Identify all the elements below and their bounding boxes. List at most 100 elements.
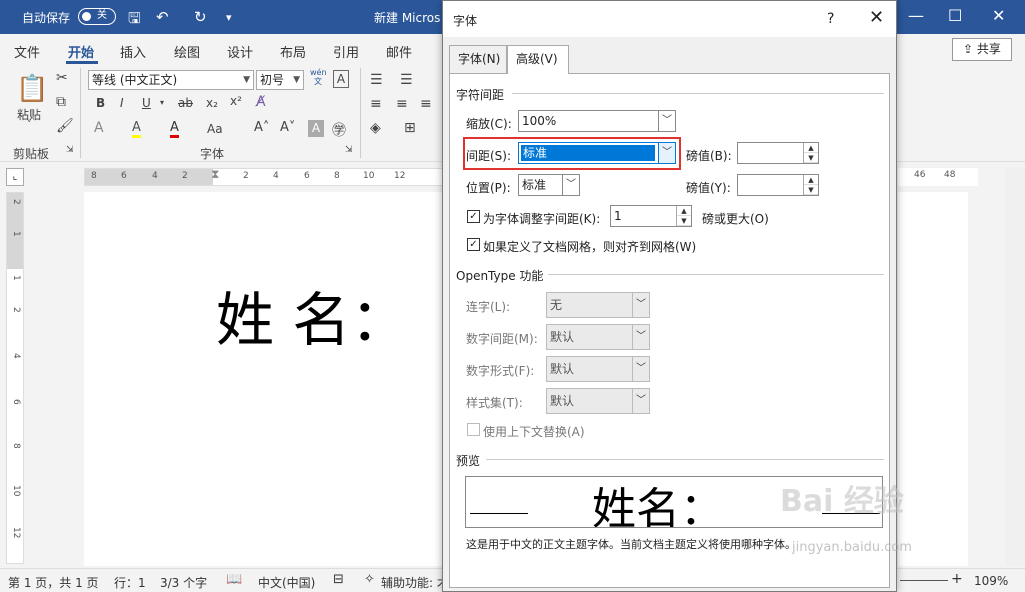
highlight-icon[interactable]: A [132,120,141,138]
tab-mailings[interactable]: 邮件 [386,42,412,61]
superscript-button[interactable]: x² [230,94,242,108]
proofing-icon[interactable]: 📖 [226,572,242,587]
format-painter-icon[interactable]: 🖌 [56,118,74,134]
grid-checkbox[interactable]: ✓ [467,238,480,251]
kerning-spinner[interactable]: ▲ ▼ [676,206,691,226]
help-icon[interactable]: ? [827,11,834,27]
indent-marker-icon[interactable]: ⧗ [211,167,219,182]
kerning-input[interactable]: 1 ▲ ▼ [610,205,692,227]
chevron-down-icon: ﹀ [632,389,649,413]
share-button[interactable]: ⇪ 共享 [952,38,1012,61]
tab-layout[interactable]: 布局 [280,42,306,61]
contextual-checkbox[interactable] [467,423,480,436]
tab-font[interactable]: 字体(N) [449,45,507,73]
char-shading-icon[interactable]: A [308,120,324,137]
status-chars[interactable]: 3/3 个字 [160,574,207,591]
paste-dropdown-icon[interactable]: ˅ [27,120,32,130]
points-input-y[interactable]: ▲ ▼ [737,174,819,196]
chevron-down-icon: ﹀ [658,111,675,131]
copy-icon[interactable]: ⧉ [56,94,66,110]
strikethrough-button[interactable]: ab [178,96,193,110]
change-case-button[interactable]: Aa [207,122,223,136]
tab-home[interactable]: 开始 [68,42,94,61]
number-form-select[interactable]: 默认 ﹀ [546,356,650,382]
section-divider [548,274,884,275]
tab-selector[interactable]: ⌞ [6,168,24,186]
tab-draw[interactable]: 绘图 [174,42,200,61]
kerning-suffix: 磅或更大(O) [702,212,769,226]
number-spacing-value: 默认 [550,330,575,344]
shading-icon[interactable]: ◈ [370,120,381,136]
numbering-icon[interactable]: ☰ [400,72,413,88]
ruler-number: 4 [152,171,158,181]
zoom-in-icon[interactable]: + [951,571,963,587]
align-right-icon[interactable]: ≡ [420,96,432,112]
tab-insert[interactable]: 插入 [120,42,146,61]
share-icon: ⇪ [963,42,977,56]
font-color-icon[interactable]: A [170,120,179,138]
vertical-scrollbar[interactable] [1005,168,1025,566]
align-left-icon[interactable]: ≡ [370,96,382,112]
toggle-knob [82,12,91,21]
style-set-select[interactable]: 默认 ﹀ [546,388,650,414]
font-name-select[interactable]: 等线 (中文正文) ▼ [88,70,254,90]
macro-icon[interactable]: ⊟ [333,572,344,587]
paste-icon[interactable]: 📋 [16,74,48,104]
italic-button[interactable]: I [120,96,124,110]
grow-font-icon[interactable]: A˄ [254,120,269,135]
kerning-checkbox[interactable]: ✓ [467,210,480,223]
tab-references[interactable]: 引用 [333,42,359,61]
scale-select[interactable]: 100% ﹀ [518,110,676,132]
char-border-icon[interactable]: A [333,70,349,88]
zoom-level[interactable]: 109% [974,574,1008,588]
dialog-launcher-icon[interactable]: ⇲ [66,145,74,155]
bullets-icon[interactable]: ☰ [370,72,383,88]
status-page[interactable]: 第 1 页，共 1 页 [8,574,99,591]
status-row[interactable]: 行：1 [114,574,146,591]
close-icon[interactable]: ✕ [869,7,884,28]
ligature-select[interactable]: 无 ﹀ [546,292,650,318]
tab-advanced[interactable]: 高级(V) [507,45,569,74]
horizontal-ruler[interactable]: 8 6 4 2 2 4 6 8 10 12 ⧗ [84,167,444,186]
borders-icon[interactable]: ⊞ [404,120,416,136]
status-accessibility[interactable]: 辅助功能: 才 [381,574,449,591]
save-icon[interactable]: 🖫 [128,8,141,33]
status-language[interactable]: 中文(中国) [258,574,315,591]
maximize-icon[interactable]: ☐ [948,6,962,25]
points-spinner[interactable]: ▲ ▼ [803,143,818,163]
underline-button[interactable]: U [142,96,151,110]
preview-baseline [470,513,528,514]
position-select[interactable]: 标准 ﹀ [518,174,580,196]
document-page-right[interactable] [898,192,968,566]
vertical-ruler[interactable]: 2 1 1 2 4 6 8 10 12 [6,192,24,564]
tab-file[interactable]: 文件 [14,42,40,61]
phonetic-guide-icon[interactable]: wén 文 [310,68,327,86]
redo-icon[interactable]: ↻ [194,8,207,26]
subscript-button[interactable]: x₂ [206,96,218,110]
tab-design[interactable]: 设计 [227,42,253,61]
font-size-select[interactable]: 初号 ▼ [256,70,304,90]
minimize-icon[interactable]: — [908,6,924,25]
cut-icon[interactable]: ✂ [56,70,68,86]
shrink-font-icon[interactable]: A˅ [280,120,295,135]
points-spinner[interactable]: ▲ ▼ [803,175,818,195]
toggle-label: 关 [97,10,107,21]
text-effects-icon[interactable]: A [94,120,104,136]
bold-button[interactable]: B [96,96,105,110]
underline-dropdown-icon[interactable]: ▾ [160,98,164,107]
accessibility-icon[interactable]: ✧ [364,572,375,587]
points-input-b[interactable]: ▲ ▼ [737,142,819,164]
document-text[interactable]: 姓 名： [216,273,408,357]
align-center-icon[interactable]: ≡ [396,96,408,112]
clear-format-icon[interactable]: A̸ [256,94,266,110]
close-window-icon[interactable]: ✕ [992,6,1005,25]
number-spacing-select[interactable]: 默认 ﹀ [546,324,650,350]
dialog-launcher-icon[interactable]: ⇲ [345,145,353,155]
customize-icon[interactable]: ▾ [226,11,232,24]
zoom-slider[interactable] [900,580,948,581]
autosave-toggle[interactable]: 关 [78,8,116,25]
document-page[interactable] [84,192,444,566]
ruler-number: 48 [944,170,956,180]
undo-icon[interactable]: ↶ [156,8,169,26]
enclose-char-icon[interactable]: ㊫ [332,120,346,140]
